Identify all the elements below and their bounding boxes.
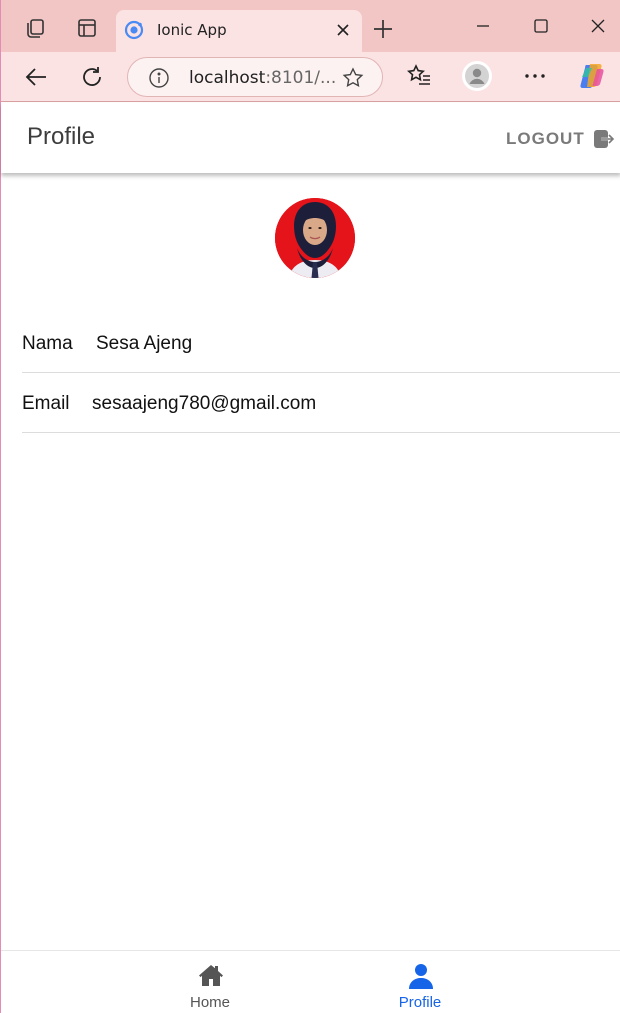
app-header: Profile LOGOUT	[1, 103, 620, 173]
more-options-icon[interactable]	[521, 64, 549, 88]
browser-toolbar: localhost:8101/...	[1, 52, 620, 102]
tab-home[interactable]: Home	[150, 951, 270, 1013]
close-tab-icon[interactable]	[332, 19, 354, 41]
address-bar[interactable]: localhost:8101/...	[127, 57, 383, 97]
page-title: Profile	[27, 123, 96, 150]
favorites-icon[interactable]	[405, 62, 433, 90]
home-icon	[199, 965, 223, 986]
tab-profile[interactable]: Profile	[360, 951, 480, 1013]
profile-field-nama: Nama Sesa Ajeng	[22, 313, 620, 373]
field-value: sesaajeng780@gmail.com	[92, 393, 317, 414]
field-label: Email	[22, 393, 70, 414]
logout-label: LOGOUT	[506, 129, 585, 148]
field-label: Nama	[22, 333, 73, 354]
profile-avatar-icon[interactable]	[462, 61, 492, 91]
url-host: localhost	[189, 68, 266, 88]
close-window-icon[interactable]	[586, 14, 610, 38]
back-icon[interactable]	[23, 63, 51, 91]
profile-field-email: Email sesaajeng780@gmail.com	[22, 373, 620, 433]
reload-icon[interactable]	[78, 63, 106, 91]
bottom-tab-bar: Home Profile	[1, 950, 620, 1013]
url-path: :8101/...	[265, 68, 337, 88]
workspaces-icon[interactable]	[21, 14, 49, 42]
maximize-icon[interactable]	[529, 14, 553, 38]
tab-label: Profile	[398, 994, 442, 1011]
browser-tab-strip: Ionic App	[1, 0, 620, 52]
url-text: localhost:8101/...	[189, 68, 336, 88]
person-icon	[409, 964, 433, 989]
tab-label: Home	[189, 994, 230, 1011]
site-info-icon[interactable]	[148, 67, 170, 89]
tab-actions-icon[interactable]	[73, 14, 101, 42]
logout-button[interactable]: LOGOUT	[506, 127, 615, 151]
logout-icon	[593, 130, 615, 148]
new-tab-icon[interactable]	[371, 17, 395, 41]
star-icon[interactable]	[341, 66, 365, 90]
browser-tab-active[interactable]: Ionic App	[116, 10, 362, 52]
browser-tab-title: Ionic App	[157, 21, 227, 39]
copilot-icon[interactable]	[577, 61, 607, 91]
profile-photo	[275, 198, 355, 278]
field-value: Sesa Ajeng	[96, 333, 193, 354]
minimize-icon[interactable]	[471, 14, 495, 38]
ionic-logo-icon	[124, 20, 144, 40]
